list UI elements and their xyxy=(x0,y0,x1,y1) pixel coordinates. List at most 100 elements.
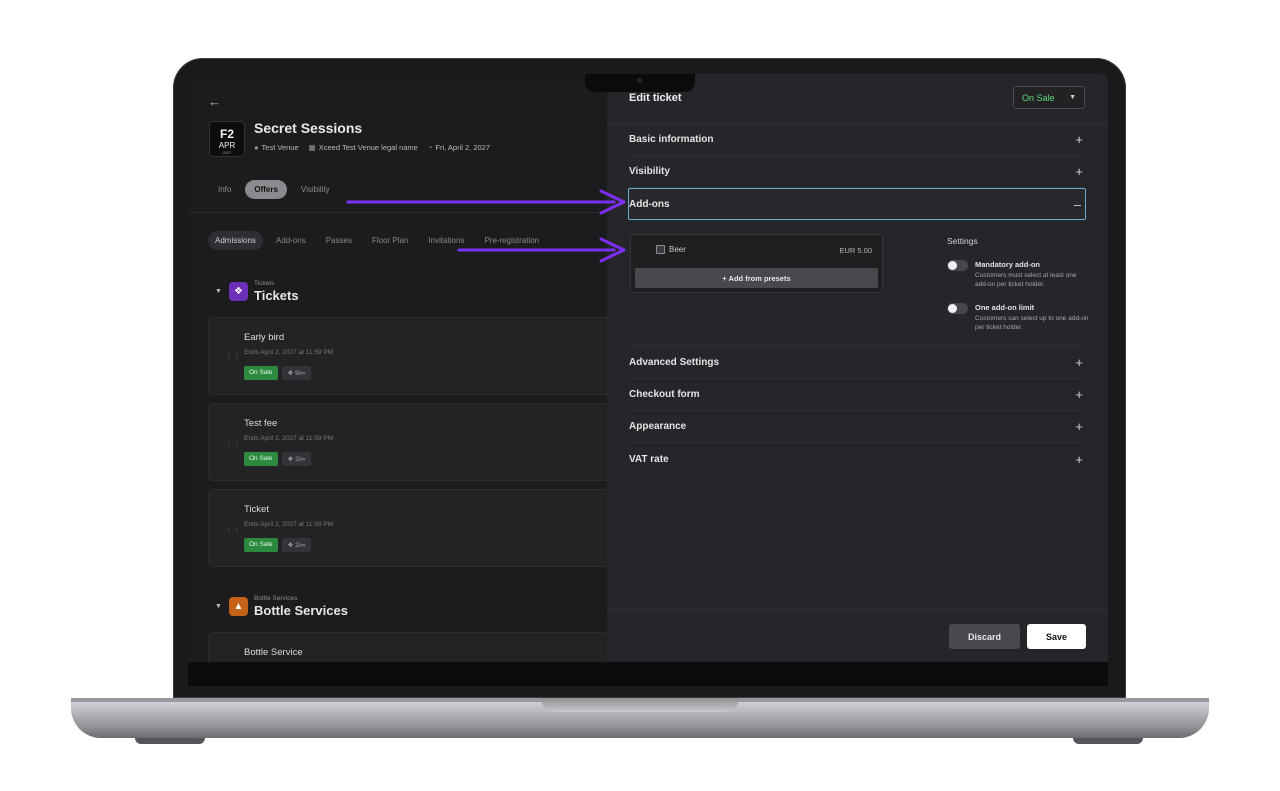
ticket-card[interactable]: ⋮⋮ Early bird Ends April 2, 2027 at 11:5… xyxy=(208,317,613,395)
ticket-icon: ❖ xyxy=(229,282,248,301)
status-badge: On Sale xyxy=(244,366,278,380)
plus-icon: + xyxy=(1075,451,1083,467)
subtab-passes[interactable]: Passes xyxy=(319,231,359,250)
ticket-ends: Ends April 2, 2027 at 11:59 PM xyxy=(244,435,334,442)
settings-title: Settings xyxy=(947,236,978,246)
subtab-floor-plan[interactable]: Floor Plan xyxy=(365,231,415,250)
tickets-section-title: Tickets xyxy=(254,288,299,303)
caret-down-icon[interactable]: ▼ xyxy=(215,288,229,295)
plus-icon: + xyxy=(1075,132,1083,147)
back-arrow-icon[interactable]: ← xyxy=(208,94,221,109)
capacity-badge: ❖ 9/∞ xyxy=(281,366,312,380)
accordion-basic-information[interactable]: Basic information + xyxy=(629,124,1085,156)
ticket-card[interactable]: ⋮⋮ Test fee Ends April 2, 2027 at 11:59 … xyxy=(208,403,613,481)
addon-name: Beer xyxy=(669,245,686,254)
status-badge: On Sale xyxy=(244,452,278,466)
screen-bezel-bottom xyxy=(188,662,1108,686)
panel-footer: Discard Save xyxy=(607,609,1108,662)
mandatory-addon-toggle[interactable] xyxy=(947,260,968,271)
thumb-day: F2 xyxy=(219,127,234,141)
status-dropdown[interactable]: On Sale ▼ xyxy=(1013,86,1085,109)
event-title: Secret Sessions xyxy=(254,120,363,136)
save-button[interactable]: Save xyxy=(1027,624,1086,649)
capacity-badge: ❖ 2/∞ xyxy=(281,452,312,466)
accordion-label: Basic information xyxy=(629,134,714,145)
tabs-divider xyxy=(188,212,607,213)
ticket-name: Test fee xyxy=(244,418,278,429)
one-addon-limit-label: One add-on limit xyxy=(975,303,1035,312)
plus-icon: + xyxy=(1075,164,1083,179)
capacity-text: 2/∞ xyxy=(295,456,306,463)
accordion-visibility[interactable]: Visibility + xyxy=(629,156,1085,188)
bottle-icon: ▲ xyxy=(229,597,248,616)
legal-name-text: Xceed Test Venue legal name xyxy=(318,143,418,152)
one-addon-limit-description: Customers can select up to one add-on pe… xyxy=(975,315,1089,331)
thumb-month: APR xyxy=(218,141,236,150)
tickets-section-header[interactable]: ▼ ❖ Tickets Tickets xyxy=(215,280,299,303)
event-meta: ● Test Venue ▦ Xceed Test Venue legal name… xyxy=(254,143,490,152)
caret-down-icon[interactable]: ▼ xyxy=(215,603,229,610)
plus-icon: + xyxy=(1075,355,1083,370)
ticket-card[interactable]: ⋮⋮ Ticket Ends April 2, 2027 at 11:59 PM… xyxy=(208,489,613,567)
accordion-label: Checkout form xyxy=(629,389,700,400)
status-dropdown-value: On Sale xyxy=(1022,92,1055,103)
addon-checkbox[interactable] xyxy=(656,245,665,254)
accordion-label: Advanced Settings xyxy=(629,357,720,368)
ticket-name: Early bird xyxy=(244,332,285,343)
capacity-text: 2/∞ xyxy=(295,542,306,549)
addon-list: Beer EUR 5.00 + Add from presets xyxy=(630,234,883,293)
tab-visibility[interactable]: Visibility xyxy=(293,180,338,199)
venue-text: Test Venue xyxy=(261,143,299,152)
plus-icon: + xyxy=(1075,387,1083,402)
accordion-label: VAT rate xyxy=(629,453,669,465)
event-tabs: Info Offers Visibility xyxy=(210,180,338,199)
event-page: ← F2 APR 2027 Secret Sessions ● Test Venu… xyxy=(188,74,613,662)
laptop-foot-right xyxy=(1073,738,1143,744)
event-venue: ● Test Venue xyxy=(254,143,299,152)
subtab-addons[interactable]: Add-ons xyxy=(269,231,313,250)
drag-handle-icon[interactable]: ⋮⋮ xyxy=(225,352,241,361)
tab-offers[interactable]: Offers xyxy=(245,180,287,199)
accordion-label: Visibility xyxy=(629,166,670,177)
subtab-pre-registration[interactable]: Pre-registration xyxy=(477,231,546,250)
subtab-invitations[interactable]: Invitations xyxy=(421,231,471,250)
ticket-name: Ticket xyxy=(244,504,269,515)
addons-divider xyxy=(629,345,1085,346)
drag-handle-icon[interactable]: ⋮⋮ xyxy=(225,524,241,533)
location-pin-icon: ● xyxy=(254,143,259,152)
ticket-ends: Ends April 2, 2027 at 11:59 PM xyxy=(244,349,334,356)
thumb-year: 2027 xyxy=(222,150,232,155)
addon-item[interactable]: Beer xyxy=(656,245,686,254)
offer-type-tabs: Admissions Add-ons Passes Floor Plan Inv… xyxy=(208,231,546,250)
accordion-checkout-form[interactable]: Checkout form + xyxy=(629,379,1085,411)
tab-info[interactable]: Info xyxy=(210,180,239,199)
bottle-section-kicker: Bottle Services xyxy=(254,595,298,602)
accordion-advanced-settings[interactable]: Advanced Settings + xyxy=(629,347,1085,379)
ticket-small-icon: ❖ xyxy=(287,370,296,377)
ticket-ends: Ends April 2, 2027 at 11:59 PM xyxy=(244,521,334,528)
addon-price: EUR 5.00 xyxy=(839,246,872,255)
add-from-presets-button[interactable]: + Add from presets xyxy=(635,268,878,288)
chevron-down-icon: ▼ xyxy=(1069,94,1076,101)
accordion-label: Appearance xyxy=(629,421,687,432)
bottle-section-header[interactable]: ▼ ▲ Bottle Services Bottle Services xyxy=(215,595,348,618)
mandatory-addon-label: Mandatory add-on xyxy=(975,260,1040,269)
subtab-admissions[interactable]: Admissions xyxy=(208,231,263,250)
status-badge: On Sale xyxy=(244,538,278,552)
accordion-vat-rate[interactable]: VAT rate + xyxy=(629,443,1085,475)
bottle-service-card[interactable]: Bottle Service xyxy=(208,632,613,662)
laptop-foot-left xyxy=(135,738,205,744)
clock-icon: ◔ xyxy=(427,143,433,152)
one-addon-limit-toggle[interactable] xyxy=(947,303,968,314)
accordion-add-ons[interactable]: Add-ons – xyxy=(628,188,1086,220)
minus-icon: – xyxy=(1073,196,1081,212)
capacity-badge: ❖ 2/∞ xyxy=(281,538,312,552)
toggle-knob xyxy=(948,304,957,313)
accordion-appearance[interactable]: Appearance + xyxy=(629,411,1085,443)
ticket-small-icon: ❖ xyxy=(287,456,296,463)
panel-title: Edit ticket xyxy=(629,92,682,104)
drag-handle-icon[interactable]: ⋮⋮ xyxy=(225,438,241,447)
ticket-small-icon: ❖ xyxy=(287,542,296,549)
discard-button[interactable]: Discard xyxy=(949,624,1020,649)
edit-ticket-panel: Edit ticket On Sale ▼ Basic information … xyxy=(607,74,1108,662)
